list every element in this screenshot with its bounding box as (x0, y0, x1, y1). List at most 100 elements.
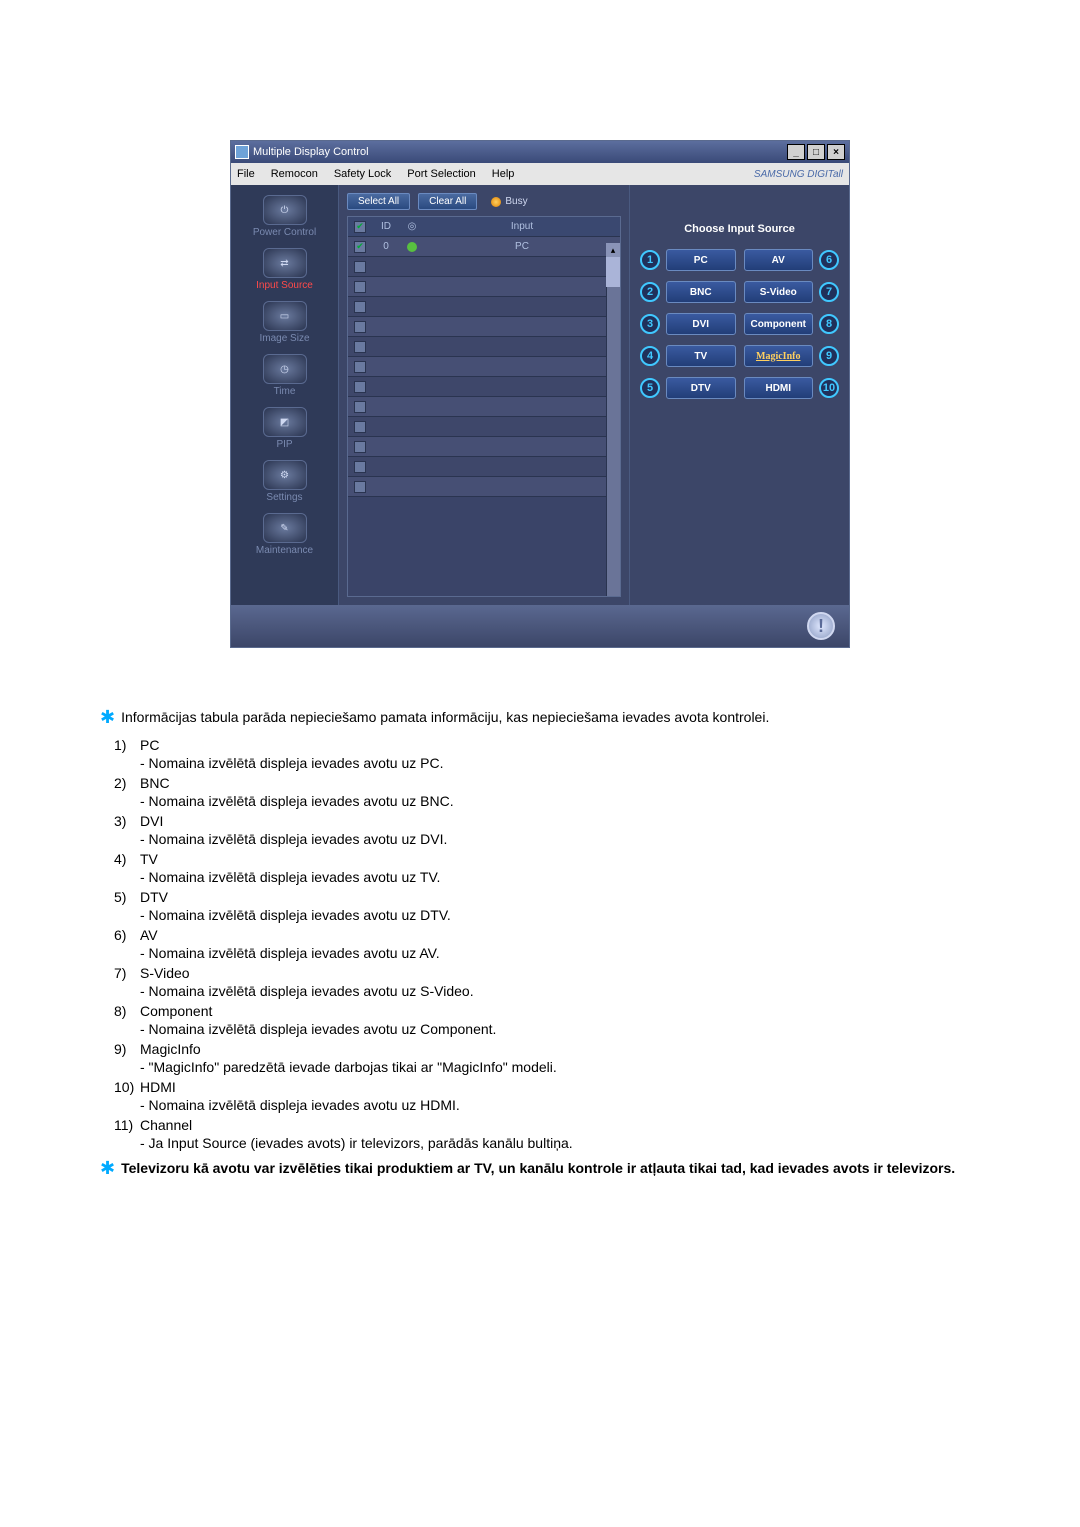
table-row[interactable] (348, 377, 620, 397)
header-checkbox[interactable] (354, 221, 366, 233)
list-number: 10) (114, 1079, 140, 1113)
app-icon (235, 145, 249, 159)
source-av-button[interactable]: AV (744, 249, 814, 271)
clear-all-button[interactable]: Clear All (418, 193, 477, 210)
select-all-button[interactable]: Select All (347, 193, 410, 210)
menu-file[interactable]: File (237, 168, 255, 180)
maximize-button[interactable]: □ (807, 144, 825, 160)
sidebar-item-settings[interactable]: ⚙ Settings (231, 456, 338, 509)
table-row[interactable] (348, 297, 620, 317)
list-number: 4) (114, 851, 140, 885)
table-row[interactable] (348, 437, 620, 457)
list-title: DTV (140, 889, 168, 905)
close-button[interactable]: × (827, 144, 845, 160)
list-number: 7) (114, 965, 140, 999)
list-number: 1) (114, 737, 140, 771)
list-desc: - Nomaina izvēlētā displeja ievades avot… (140, 831, 990, 847)
source-dvi-button[interactable]: DVI (666, 313, 736, 335)
source-dtv-button[interactable]: DTV (666, 377, 736, 399)
callout-4: 4 (640, 346, 660, 366)
table-row[interactable] (348, 337, 620, 357)
sidebar-item-pip[interactable]: ◩ PIP (231, 403, 338, 456)
device-list-panel: Select All Clear All Busy ▴ ID ◎ Input (339, 185, 629, 605)
list-title: Component (140, 1003, 212, 1019)
list-title: DVI (140, 813, 163, 829)
row-checkbox[interactable] (354, 401, 366, 413)
panel-title: Choose Input Source (640, 223, 839, 235)
list-number: 9) (114, 1041, 140, 1075)
row-checkbox[interactable] (354, 261, 366, 273)
sidebar-item-label: Image Size (259, 333, 309, 344)
list-desc: - Nomaina izvēlētā displeja ievades avot… (140, 1097, 990, 1113)
list-desc: - Nomaina izvēlētā displeja ievades avot… (140, 793, 990, 809)
callout-8: 8 (819, 314, 839, 334)
menu-remocon[interactable]: Remocon (271, 168, 318, 180)
list-title: Channel (140, 1117, 192, 1133)
info-icon[interactable]: ! (807, 612, 835, 640)
source-magicinfo-button[interactable]: MagicInfo (744, 345, 814, 367)
list-item: 4)TV- Nomaina izvēlētā displeja ievades … (114, 851, 990, 885)
table-row[interactable] (348, 417, 620, 437)
list-item: 11)Channel- Ja Input Source (ievades avo… (114, 1117, 990, 1151)
row-checkbox[interactable] (354, 461, 366, 473)
list-number: 3) (114, 813, 140, 847)
menu-safety-lock[interactable]: Safety Lock (334, 168, 391, 180)
busy-label: Busy (505, 196, 527, 207)
table-row[interactable] (348, 277, 620, 297)
menu-port-selection[interactable]: Port Selection (407, 168, 475, 180)
document-body: ✱ Informācijas tabula parāda nepieciešam… (90, 708, 990, 1178)
sidebar-item-label: Time (274, 386, 296, 397)
source-svideo-button[interactable]: S-Video (744, 281, 814, 303)
sidebar-item-time[interactable]: ◷ Time (231, 350, 338, 403)
list-item: 3)DVI - Nomaina izvēlētā displeja ievades… (114, 813, 990, 847)
menu-help[interactable]: Help (492, 168, 515, 180)
row-checkbox[interactable] (354, 241, 366, 253)
table-row[interactable] (348, 317, 620, 337)
minimize-button[interactable]: _ (787, 144, 805, 160)
status-bar: ! (231, 605, 849, 647)
scrollbar-thumb[interactable] (606, 257, 620, 287)
table-row[interactable] (348, 257, 620, 277)
sidebar-item-input-source[interactable]: ⇄ Input Source (231, 244, 338, 297)
source-component-button[interactable]: Component (744, 313, 814, 335)
scrollbar-track[interactable] (606, 257, 620, 596)
note-outro: ✱ Televizoru kā avotu var izvēlēties tik… (100, 1159, 990, 1178)
row-checkbox[interactable] (354, 381, 366, 393)
source-pc-button[interactable]: PC (666, 249, 736, 271)
source-hdmi-button[interactable]: HDMI (744, 377, 814, 399)
table-row[interactable]: 0 PC (348, 237, 620, 257)
list-item: 1)PC- Nomaina izvēlētā displeja ievades … (114, 737, 990, 771)
sidebar-item-power-control[interactable]: ⏻ Power Control (231, 191, 338, 244)
row-checkbox[interactable] (354, 481, 366, 493)
callout-10: 10 (819, 378, 839, 398)
settings-icon: ⚙ (263, 460, 307, 490)
scroll-up-button[interactable]: ▴ (606, 243, 620, 257)
note-text: Informācijas tabula parāda nepieciešamo … (121, 708, 769, 727)
list-desc: - Ja Input Source (ievades avots) ir tel… (140, 1135, 990, 1151)
row-checkbox[interactable] (354, 341, 366, 353)
row-checkbox[interactable] (354, 361, 366, 373)
row-checkbox[interactable] (354, 321, 366, 333)
header-id: ID (372, 221, 400, 232)
list-item: 7)S-Video- Nomaina izvēlētā displeja iev… (114, 965, 990, 999)
row-checkbox[interactable] (354, 441, 366, 453)
source-bnc-button[interactable]: BNC (666, 281, 736, 303)
star-icon: ✱ (100, 708, 115, 727)
row-checkbox[interactable] (354, 421, 366, 433)
list-item: 8)Component- Nomaina izvēlētā displeja i… (114, 1003, 990, 1037)
table-row[interactable] (348, 457, 620, 477)
list-desc: - Nomaina izvēlētā displeja ievades avot… (140, 907, 990, 923)
list-title: HDMI (140, 1079, 176, 1095)
row-checkbox[interactable] (354, 281, 366, 293)
row-checkbox[interactable] (354, 301, 366, 313)
list-desc: - Nomaina izvēlētā displeja ievades avot… (140, 755, 990, 771)
table-row[interactable] (348, 357, 620, 377)
sidebar-item-maintenance[interactable]: ✎ Maintenance (231, 509, 338, 562)
table-row[interactable] (348, 477, 620, 497)
table-row[interactable] (348, 397, 620, 417)
sidebar-item-image-size[interactable]: ▭ Image Size (231, 297, 338, 350)
list-item: 6)AV- Nomaina izvēlētā displeja ievades … (114, 927, 990, 961)
callout-5: 5 (640, 378, 660, 398)
source-tv-button[interactable]: TV (666, 345, 736, 367)
header-status-icon: ◎ (400, 221, 424, 232)
